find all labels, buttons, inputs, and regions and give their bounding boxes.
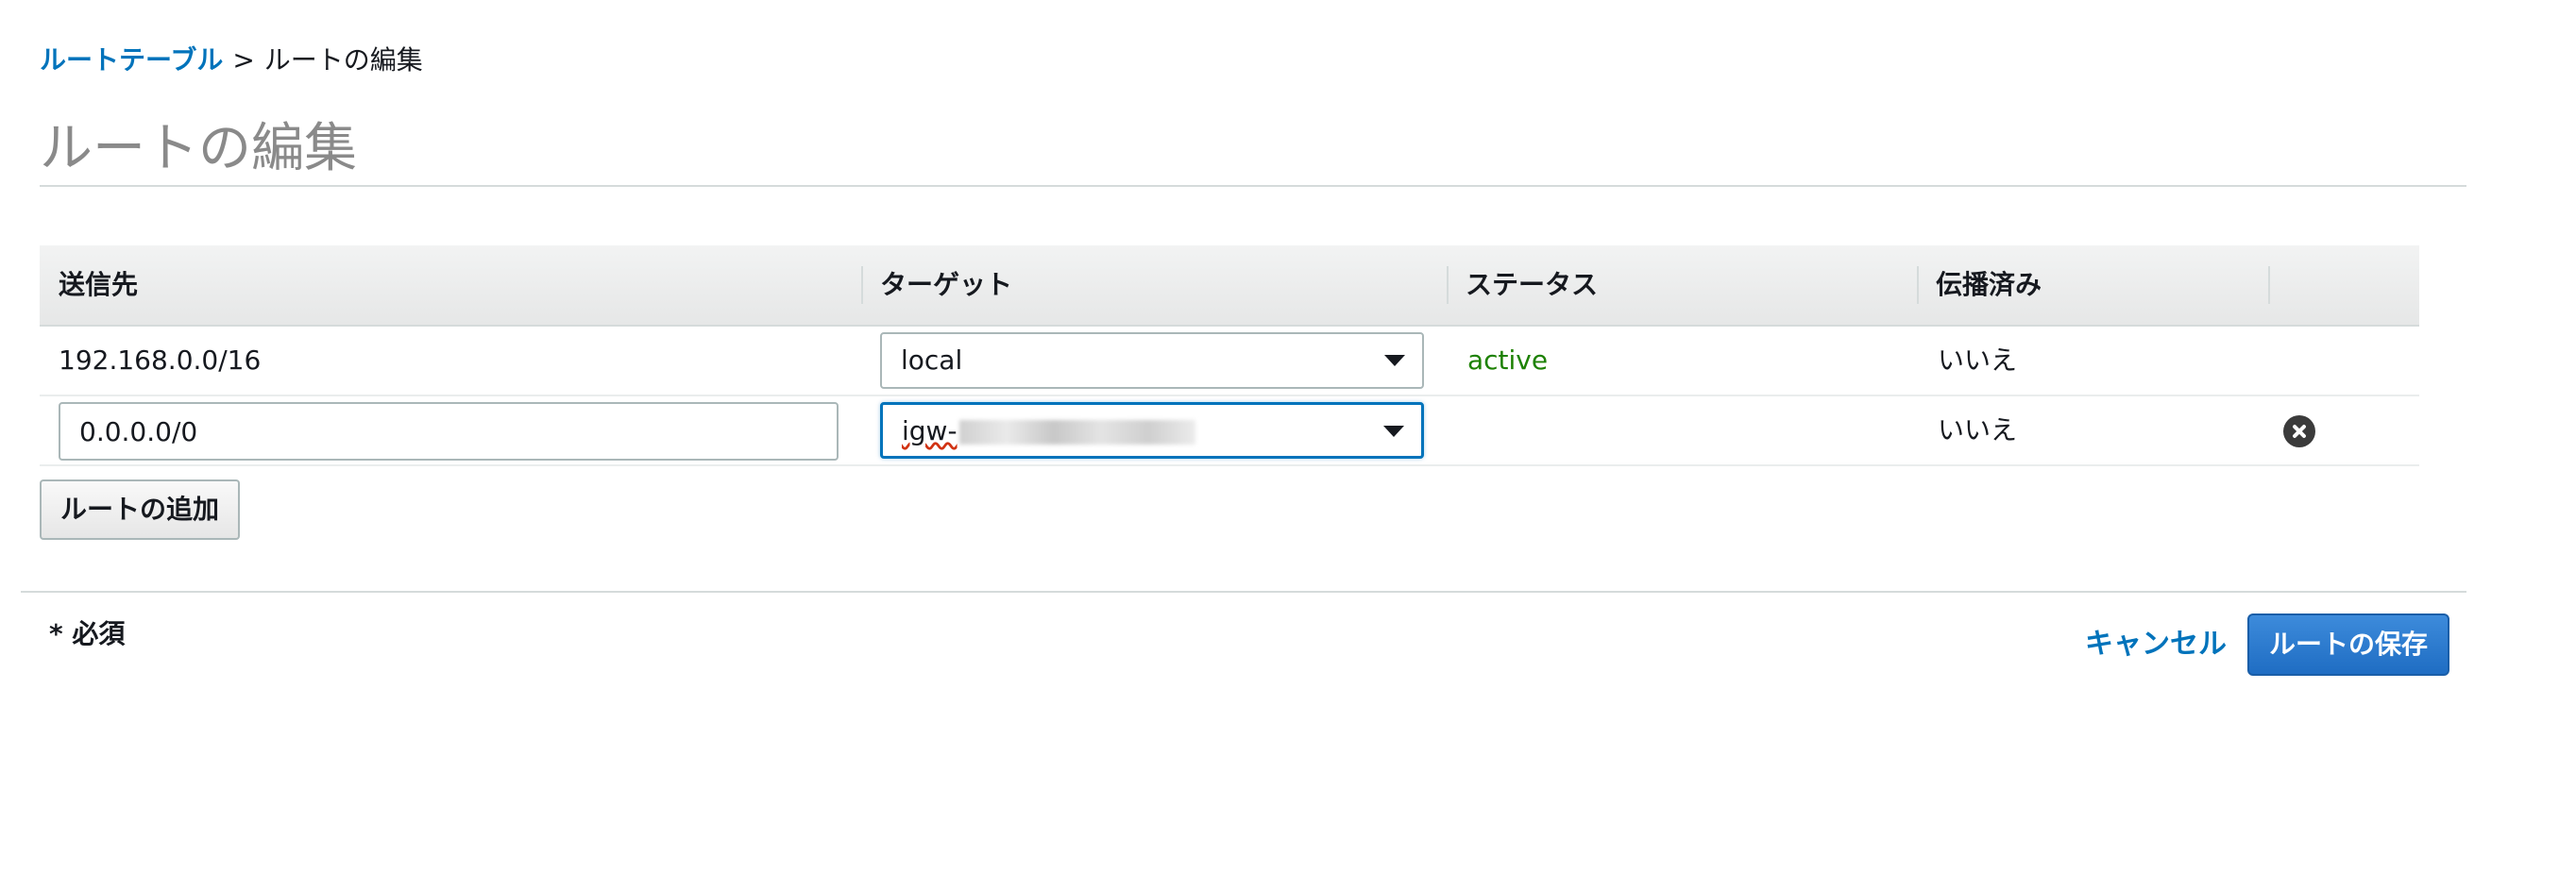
status-cell: active <box>1467 345 1549 376</box>
add-route-button[interactable]: ルートの追加 <box>40 479 241 540</box>
header-status: ステータス <box>1466 269 1599 300</box>
destination-cell: 192.168.0.0/16 <box>59 345 262 376</box>
breadcrumb-separator: > <box>232 44 255 76</box>
header-destination: 送信先 <box>59 269 139 300</box>
table-header: 送信先 ターゲット ステータス 伝播済み <box>40 245 2419 327</box>
propagated-cell: いいえ <box>1938 345 2018 376</box>
header-divider <box>2268 266 2270 304</box>
header-divider <box>861 266 863 304</box>
table-row: 192.168.0.0/16 local active いいえ <box>40 327 2419 396</box>
footer-divider <box>21 591 2466 593</box>
routes-table: 送信先 ターゲット ステータス 伝播済み 192.168.0.0/16 loca… <box>40 245 2419 466</box>
page-title: ルートの編集 <box>40 118 357 179</box>
title-divider <box>40 185 2466 187</box>
header-propagated: 伝播済み <box>1936 269 2042 300</box>
header-divider <box>1447 266 1449 304</box>
target-select[interactable]: igw- <box>880 402 1424 459</box>
cancel-button[interactable]: キャンセル <box>2085 625 2227 664</box>
required-note: * 必須 <box>49 618 126 649</box>
propagated-cell: いいえ <box>1938 414 2018 445</box>
destination-input[interactable] <box>59 402 839 461</box>
close-circle-icon[interactable] <box>2283 415 2315 447</box>
target-value-text: igw- <box>902 415 958 446</box>
header-divider <box>1917 266 1919 304</box>
chevron-down-icon <box>1383 426 1404 437</box>
breadcrumb-route-tables-link[interactable]: ルートテーブル <box>40 44 223 76</box>
target-select-value: local <box>901 345 963 376</box>
breadcrumb: ルートテーブル > ルートの編集 <box>40 42 423 79</box>
chevron-down-icon <box>1384 355 1405 366</box>
redacted-text <box>958 420 1195 445</box>
target-select-value: igw- <box>902 405 1195 458</box>
target-select[interactable]: local <box>880 332 1424 389</box>
table-row: igw- いいえ <box>40 396 2419 466</box>
header-target: ターゲット <box>880 269 1013 300</box>
save-routes-button[interactable]: ルートの保存 <box>2247 613 2449 676</box>
breadcrumb-current: ルートの編集 <box>263 44 423 76</box>
